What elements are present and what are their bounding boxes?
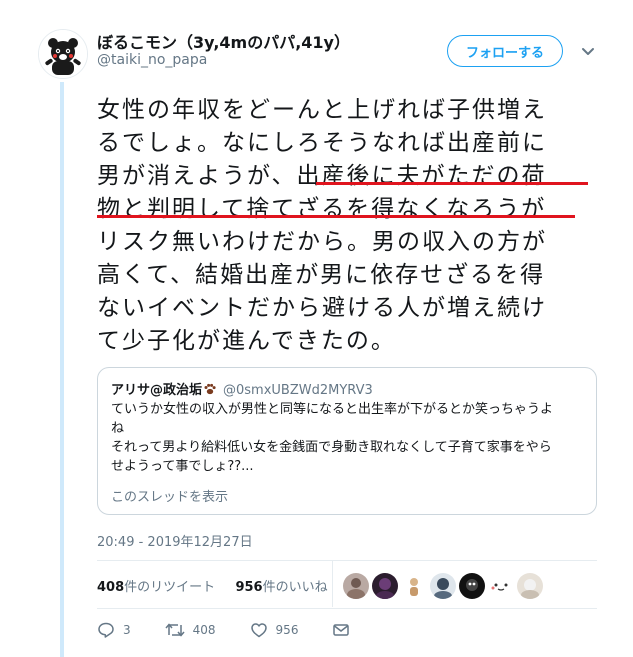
tweet-page: ぼるこモン（3y,4mのパパ,41y） @taiki_no_papa フォローす… [0,0,633,657]
retweet-stat-label: 件のリツイート [124,580,216,595]
reply-button[interactable]: 3 [97,621,131,639]
tweet-line: 高くて、結婚出産が男に依存せざるを得 [97,262,546,288]
tweet-timestamp[interactable]: 20:49 - 2019年12月27日 [97,531,253,550]
tweet-text: 女性の年収をどーんと上げれば子供増え るでしょ。なにしろそうなれば出産前に 男が… [97,94,597,358]
tweet-line: リスク無いわけだから。男の収入の方が [97,229,547,255]
liker-avatars [343,573,543,599]
tweet-line: 女性の年収をどーんと上げれば子供増え [97,97,547,123]
engagement-stats: 408件のリツイート 956件のいいね [97,576,328,595]
like-stat-label: 件のいいね [262,580,328,595]
direct-message-button[interactable] [332,621,358,639]
stats-separator [332,561,333,607]
like-stat-count: 956 [235,580,263,595]
retweet-icon [165,623,185,637]
quoted-tweet-line: せようって事でしょ??... [111,459,254,474]
user-handle[interactable]: @taiki_no_papa [97,52,207,68]
red-underline [316,182,588,185]
tweet-line: ないイベントだから避ける人が増え続け [97,295,547,321]
quoted-tweet-handle: @0smxUBZWd2MYRV3 [223,383,373,398]
like-count: 956 [275,623,299,637]
tweet-actions: 3 408 956 [97,621,392,639]
tweet-line: 物と判明して捨てざるを得なくなろうが [97,196,547,222]
liker-avatar[interactable] [488,573,514,599]
avatar[interactable] [38,29,88,79]
reply-count: 3 [123,623,131,637]
liker-avatar[interactable] [372,573,398,599]
liker-avatar[interactable] [459,573,485,599]
quoted-tweet-line: ね [111,421,125,436]
red-underline [97,215,575,218]
liker-avatar[interactable] [401,573,427,599]
heart-icon [250,623,267,638]
divider [97,608,597,609]
quoted-tweet-text: ていうか女性の収入が男性と同等になると出生率が下がるとか笑っちゃうよ ね それっ… [111,400,589,476]
follow-button[interactable]: フォローする [447,35,563,67]
retweet-stat-count: 408 [97,580,125,595]
liker-avatar[interactable] [517,573,543,599]
liker-avatar[interactable] [430,573,456,599]
display-name[interactable]: ぼるこモン（3y,4mのパパ,41y） [97,29,350,53]
quoted-tweet[interactable]: アリサ@政治垢 @0smxUBZWd2MYRV3 ていうか女性の収入が男性と同等に… [97,367,597,515]
show-thread-link[interactable]: このスレッドを表示 [111,486,228,505]
retweet-button[interactable]: 408 [165,621,216,639]
like-button[interactable]: 956 [250,621,299,639]
retweet-count: 408 [192,623,216,637]
chevron-down-icon[interactable] [579,42,597,60]
tweet-line: て少子化が進んできたの。 [97,328,396,354]
tweet-line: るでしょ。なにしろそうなれば出産前に [97,130,547,156]
like-stat[interactable]: 956件のいいね [235,580,327,595]
divider [97,560,597,561]
reply-icon [98,622,114,638]
quoted-tweet-line: それって男より給料低い女を金銭面で身動き取れなくして子育て家事をやら [111,440,552,455]
bear-mascot-icon [39,30,87,78]
quoted-tweet-name: アリサ@政治垢 [111,383,203,398]
thread-line [60,82,64,657]
envelope-icon [333,624,350,636]
paw-print-icon [203,382,217,400]
liker-avatar[interactable] [343,573,369,599]
quoted-tweet-line: ていうか女性の収入が男性と同等になると出生率が下がるとか笑っちゃうよ [111,402,554,417]
tweet-line: 男が消えようが、出産後に夫がただの荷 [97,163,547,189]
quoted-tweet-header: アリサ@政治垢 @0smxUBZWd2MYRV3 [111,379,373,400]
retweet-stat[interactable]: 408件のリツイート [97,580,215,595]
